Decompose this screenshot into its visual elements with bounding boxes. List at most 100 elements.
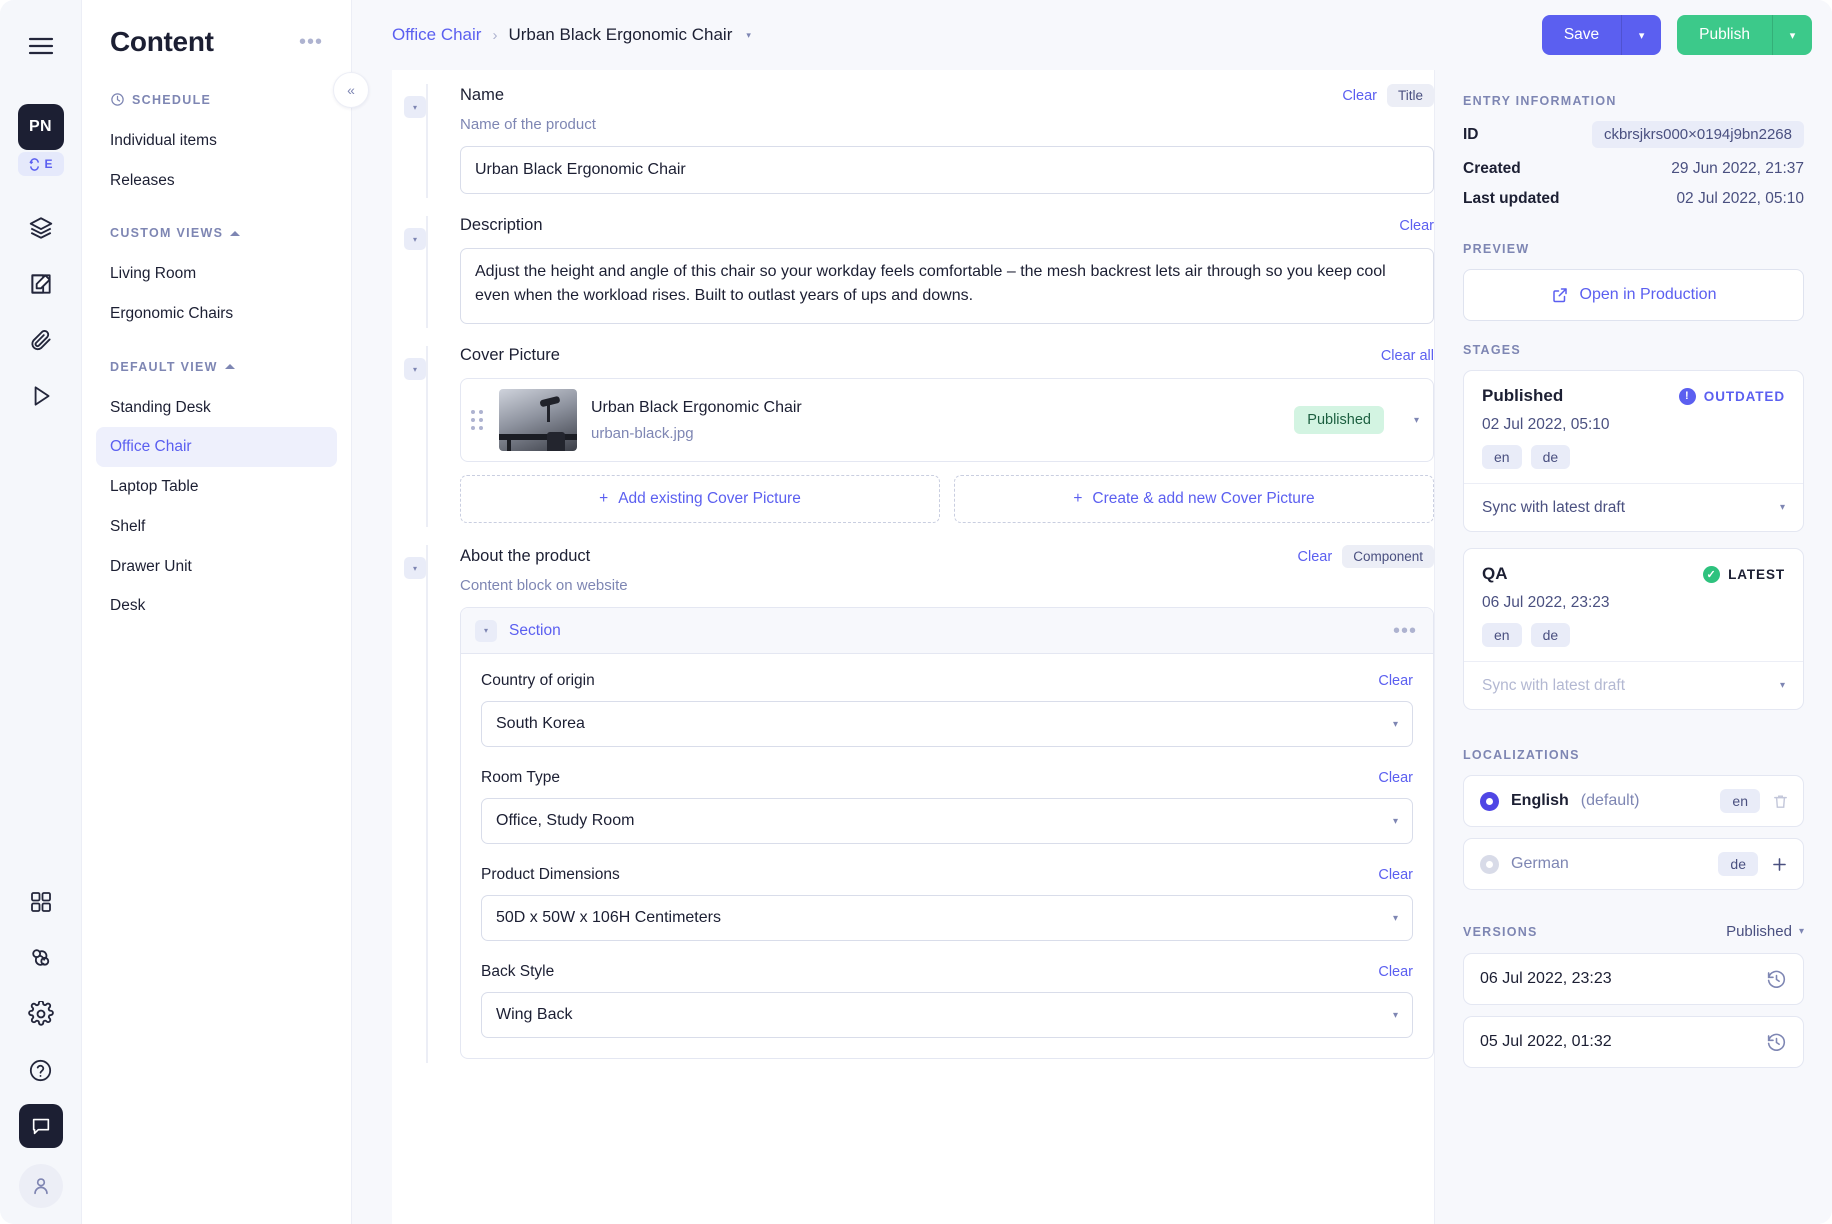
clear-link[interactable]: Clear bbox=[1378, 673, 1413, 689]
sidebar-more-icon[interactable]: ••• bbox=[299, 32, 323, 52]
user-avatar-icon[interactable] bbox=[17, 1158, 65, 1206]
sidebar-item-living-room[interactable]: Living Room bbox=[96, 254, 337, 294]
clock-icon bbox=[110, 92, 125, 107]
room-type-select[interactable]: Office, Study Room ▾ bbox=[481, 798, 1413, 844]
component-title[interactable]: Section bbox=[509, 622, 561, 640]
stage-name: Published bbox=[1482, 386, 1563, 406]
assets-paperclip-icon[interactable] bbox=[17, 316, 65, 364]
content-edit-icon[interactable] bbox=[17, 260, 65, 308]
chevron-down-icon: ▾ bbox=[1393, 1010, 1398, 1021]
locale-code-chip: de bbox=[1718, 852, 1758, 876]
field-about-product: ▾ About the product Clear Component Cont… bbox=[392, 527, 1434, 1063]
status-badge: Published bbox=[1294, 406, 1384, 434]
localization-row-german[interactable]: German de bbox=[1463, 838, 1804, 890]
clear-link[interactable]: Clear bbox=[1399, 218, 1434, 234]
entry-row-created: Created 29 Jun 2022, 21:37 bbox=[1463, 160, 1804, 178]
localization-row-english[interactable]: English (default) en bbox=[1463, 775, 1804, 827]
stage-sync-dropdown[interactable]: Sync with latest draft ▾ bbox=[1464, 483, 1803, 531]
collapse-field-icon[interactable]: ▾ bbox=[404, 358, 426, 380]
clear-link[interactable]: Clear bbox=[1378, 770, 1413, 786]
cover-chevron-down-icon[interactable]: ▾ bbox=[1414, 415, 1419, 426]
collapse-field-icon[interactable]: ▾ bbox=[404, 96, 426, 118]
entry-id-value[interactable]: ckbrsjkrs000×0194j9bn2268 bbox=[1592, 121, 1804, 148]
open-in-production-button[interactable]: Open in Production bbox=[1463, 269, 1804, 321]
history-icon[interactable] bbox=[1766, 1032, 1787, 1053]
save-button[interactable]: Save bbox=[1542, 15, 1621, 55]
sidebar-item-office-chair[interactable]: Office Chair bbox=[96, 427, 337, 467]
collapse-field-icon[interactable]: ▾ bbox=[404, 228, 426, 250]
sidebar-group-label[interactable]: CUSTOM VIEWS bbox=[82, 226, 351, 240]
versions-filter-value: Published bbox=[1726, 923, 1792, 940]
trash-icon[interactable] bbox=[1772, 793, 1789, 810]
clear-link[interactable]: Clear bbox=[1342, 88, 1377, 104]
version-row[interactable]: 06 Jul 2022, 23:23 bbox=[1463, 953, 1804, 1005]
plus-icon[interactable] bbox=[1770, 855, 1789, 874]
radio-unselected-icon[interactable] bbox=[1480, 855, 1499, 874]
locale-chip-en: en bbox=[1482, 445, 1522, 469]
cover-asset-filename[interactable]: urban-black.jpg bbox=[591, 425, 1280, 442]
sidebar-group-label: SCHEDULE bbox=[82, 92, 351, 107]
top-bar: Office Chair › Urban Black Ergonomic Cha… bbox=[352, 0, 1832, 70]
name-input[interactable]: Urban Black Ergonomic Chair bbox=[460, 146, 1434, 194]
schema-layers-icon[interactable] bbox=[17, 204, 65, 252]
product-dimensions-select[interactable]: 50D x 50W x 106H Centimeters ▾ bbox=[481, 895, 1413, 941]
create-new-cover-button[interactable]: + Create & add new Cover Picture bbox=[954, 475, 1434, 523]
collapse-sidebar-button[interactable]: « bbox=[333, 72, 369, 108]
breadcrumb-chevron-down-icon[interactable]: ▾ bbox=[746, 30, 751, 41]
field-about-header: About the product Clear Component bbox=[460, 545, 1434, 568]
group-spacer bbox=[82, 334, 351, 360]
versions-header: VERSIONS Published ▾ bbox=[1463, 923, 1804, 940]
panel-spacer bbox=[1463, 321, 1804, 343]
save-chevron-down-icon[interactable]: ▾ bbox=[1621, 15, 1661, 55]
hamburger-menu-icon[interactable] bbox=[17, 22, 65, 70]
cover-add-actions: + Add existing Cover Picture + Create & … bbox=[460, 475, 1434, 523]
version-row[interactable]: 05 Jul 2022, 01:32 bbox=[1463, 1016, 1804, 1068]
help-icon[interactable] bbox=[17, 1046, 65, 1094]
field-name-body: Name Clear Title Name of the product Urb… bbox=[426, 84, 1434, 198]
sidebar-item-laptop-table[interactable]: Laptop Table bbox=[96, 467, 337, 507]
sidebar-item-desk[interactable]: Desk bbox=[96, 586, 337, 626]
icon-rail: PN E bbox=[0, 0, 82, 1224]
sidebar-item-standing-desk[interactable]: Standing Desk bbox=[96, 388, 337, 428]
environment-badge[interactable]: E bbox=[18, 152, 64, 176]
sidebar-item-individual-items[interactable]: Individual items bbox=[96, 121, 337, 161]
sub-field-header: Back Style Clear bbox=[481, 963, 1413, 981]
collapse-field-icon[interactable]: ▾ bbox=[404, 557, 426, 579]
publish-chevron-down-icon[interactable]: ▾ bbox=[1772, 15, 1812, 55]
chat-icon[interactable] bbox=[17, 1102, 65, 1150]
stage-top: QA ✓ LATEST 06 Jul 2022, 23:23 en de bbox=[1464, 549, 1803, 661]
cover-thumbnail[interactable] bbox=[499, 389, 577, 451]
clear-link[interactable]: Clear bbox=[1298, 549, 1333, 565]
component-more-icon[interactable]: ••• bbox=[1393, 621, 1417, 641]
stage-date: 02 Jul 2022, 05:10 bbox=[1482, 416, 1785, 434]
history-icon[interactable] bbox=[1766, 969, 1787, 990]
drag-handle-icon[interactable] bbox=[471, 410, 483, 430]
sidebar-item-ergonomic-chairs[interactable]: Ergonomic Chairs bbox=[96, 294, 337, 334]
settings-gear-icon[interactable] bbox=[17, 990, 65, 1038]
description-textarea[interactable]: Adjust the height and angle of this chai… bbox=[460, 248, 1434, 324]
project-badge[interactable]: PN bbox=[18, 104, 64, 150]
clear-all-link[interactable]: Clear all bbox=[1381, 348, 1434, 364]
api-playground-icon[interactable] bbox=[17, 372, 65, 420]
clear-link[interactable]: Clear bbox=[1378, 964, 1413, 980]
country-of-origin-select[interactable]: South Korea ▾ bbox=[481, 701, 1413, 747]
collapse-component-icon[interactable]: ▾ bbox=[475, 620, 497, 642]
stage-sync-dropdown[interactable]: Sync with latest draft ▾ bbox=[1464, 661, 1803, 709]
field-cover-picture: ▾ Cover Picture Clear all bbox=[392, 328, 1434, 527]
clear-link[interactable]: Clear bbox=[1378, 867, 1413, 883]
sidebar-item-releases[interactable]: Releases bbox=[96, 161, 337, 201]
sub-field-label: Back Style bbox=[481, 963, 554, 981]
radio-selected-icon[interactable] bbox=[1480, 792, 1499, 811]
component-header: ▾ Section ••• bbox=[461, 608, 1433, 654]
apps-grid-icon[interactable] bbox=[17, 878, 65, 926]
breadcrumb-parent[interactable]: Office Chair bbox=[392, 25, 481, 45]
versions-filter-dropdown[interactable]: Published ▾ bbox=[1726, 923, 1804, 940]
sidebar-group-label[interactable]: DEFAULT VIEW bbox=[82, 360, 351, 374]
webhooks-icon[interactable] bbox=[17, 934, 65, 982]
sub-field-country-of-origin: Country of origin Clear South Korea ▾ bbox=[481, 672, 1413, 747]
back-style-select[interactable]: Wing Back ▾ bbox=[481, 992, 1413, 1038]
add-existing-cover-button[interactable]: + Add existing Cover Picture bbox=[460, 475, 940, 523]
sidebar-item-shelf[interactable]: Shelf bbox=[96, 507, 337, 547]
publish-button[interactable]: Publish bbox=[1677, 15, 1772, 55]
sidebar-item-drawer-unit[interactable]: Drawer Unit bbox=[96, 547, 337, 587]
